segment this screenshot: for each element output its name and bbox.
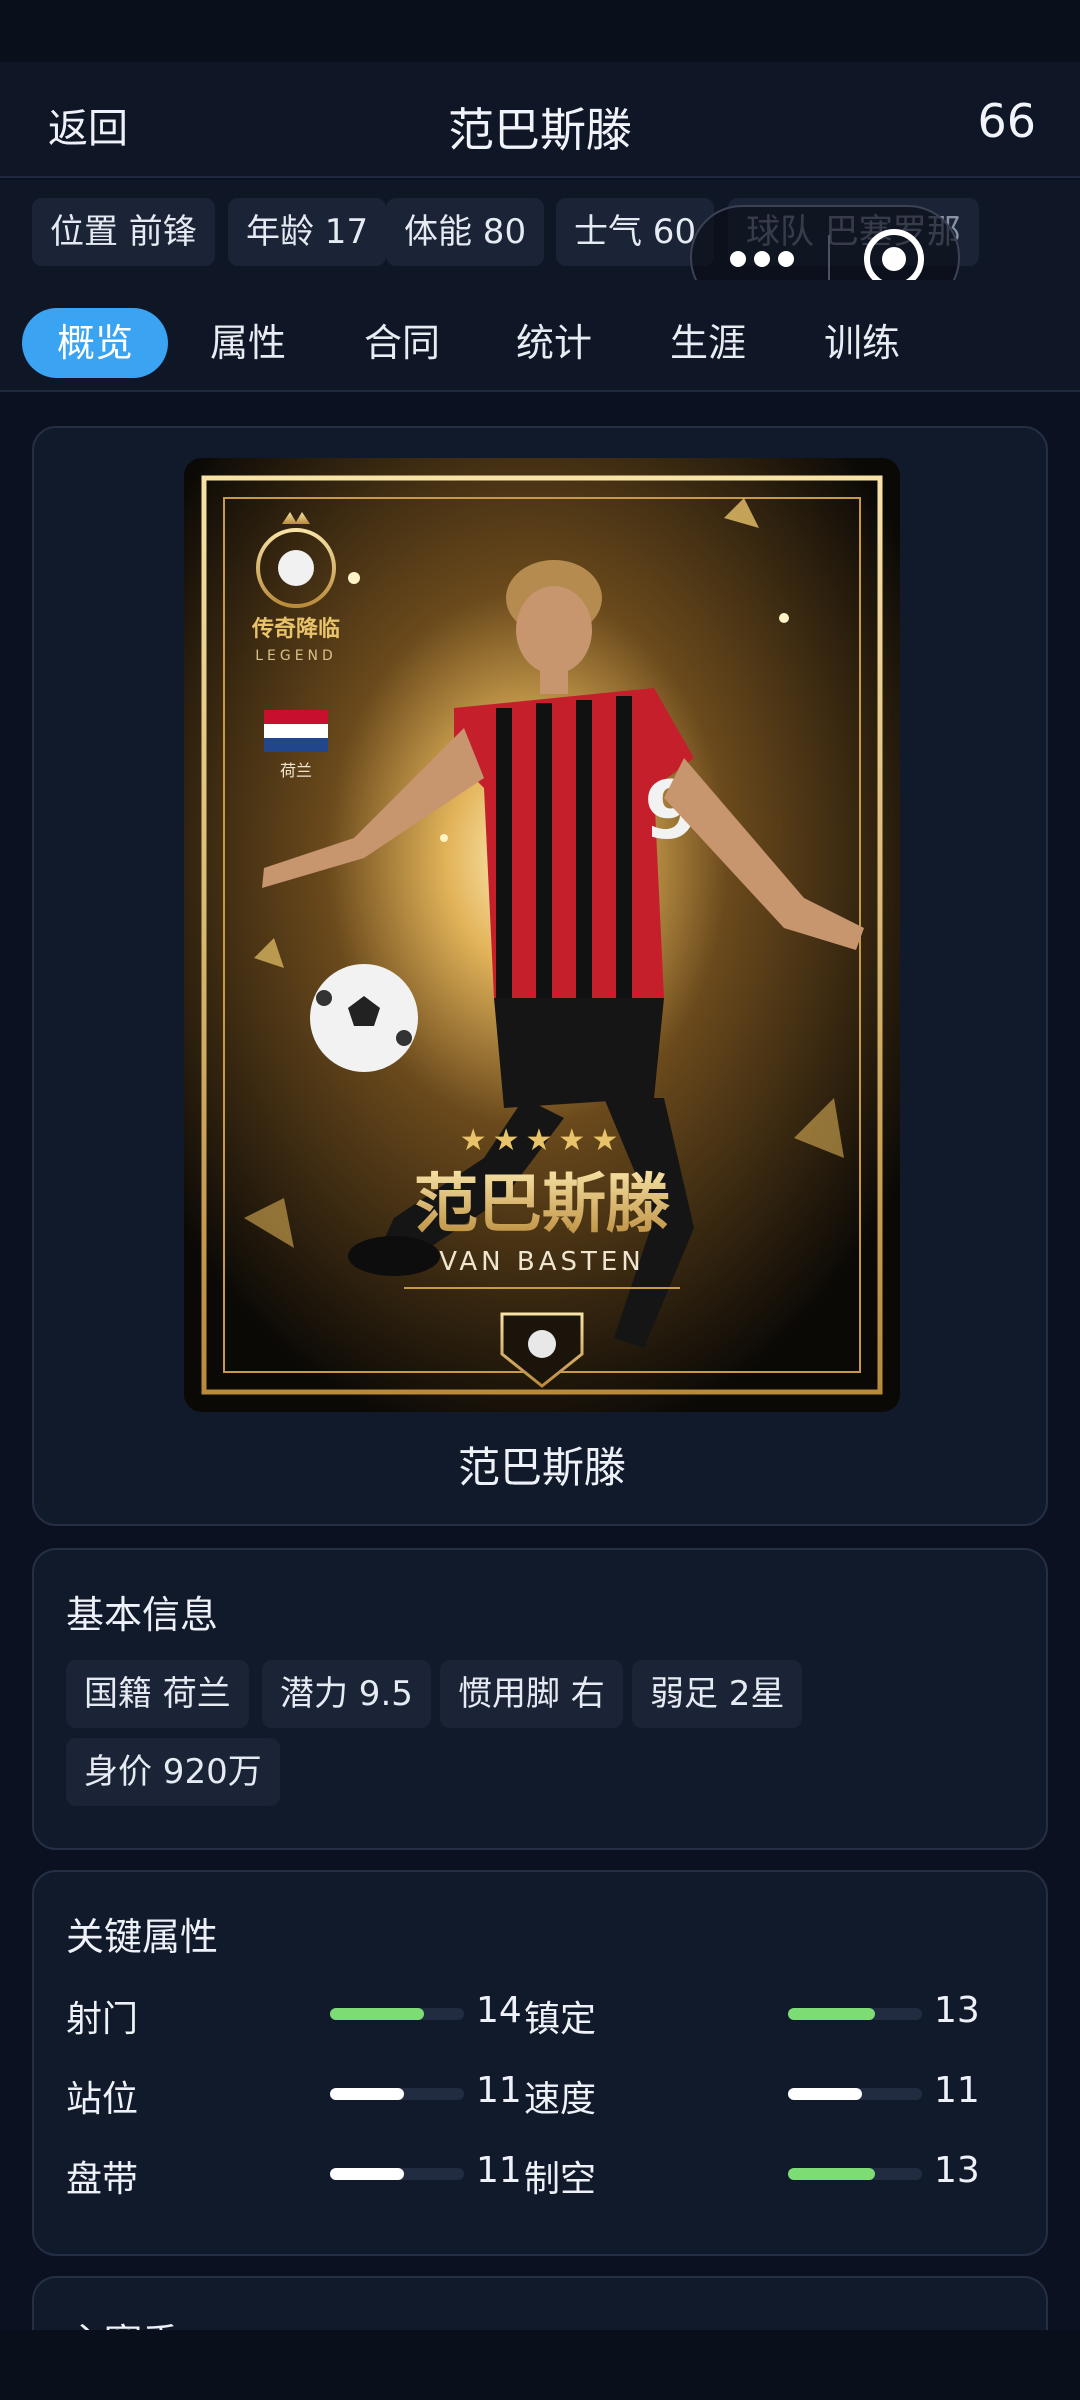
attr-fill [330,2168,404,2180]
netherlands-flag-icon [264,710,328,752]
status-bar [0,0,1080,62]
attr-bar-shooting [330,2008,464,2020]
chip-age: 年龄 17 [228,198,387,266]
card-name-cn: 范巴斯滕 [414,1168,670,1242]
attr-fill [788,2008,876,2020]
bottom-gesture-bar [0,2330,1080,2400]
legend-title-en: LEGEND [255,648,337,664]
info-weak-foot: 弱足 2星 [632,1660,803,1728]
attr-bar-dribbling [330,2168,464,2180]
nation-label: 荷兰 [280,761,312,780]
info-market-value: 身价 920万 [66,1738,280,1806]
attr-label-shooting: 射门 [66,1999,139,2040]
attr-value-dribbling: 11 [476,2150,522,2191]
capsule-divider [828,235,830,285]
attr-value-pace: 11 [934,2070,980,2111]
attr-bar-composure [788,2008,922,2020]
info-potential: 潜力 9.5 [262,1660,431,1728]
attr-label-composure: 镇定 [524,1999,597,2040]
chip-stamina: 体能 80 [386,198,545,266]
attr-bar-aerial [788,2168,922,2180]
attr-fill [330,2008,424,2020]
attr-value-aerial: 13 [934,2150,980,2191]
basic-info-title: 基本信息 [66,1593,219,1637]
key-attributes-card: 关键属性 射门 14 镇定 13 站位 11 速度 11 盘带 11 制空 13 [32,1870,1048,2256]
attr-label-pace: 速度 [524,2079,597,2120]
attr-bar-positioning [330,2088,464,2100]
attr-label-aerial: 制空 [524,2159,597,2200]
star-rating: ★★★★★ [460,1123,624,1158]
player-name-caption: 范巴斯滕 [457,1443,626,1492]
basic-info-card: 基本信息 国籍 荷兰 潜力 9.5 惯用脚 右 弱足 2星 身价 920万 [32,1548,1048,1850]
tab-contract[interactable]: 合同 [332,308,472,378]
tab-stats[interactable]: 统计 [484,308,624,378]
overall-rating: 66 [977,94,1036,148]
tab-attributes[interactable]: 属性 [178,308,318,378]
tab-training[interactable]: 训练 [792,308,932,378]
attr-fill [788,2168,876,2180]
attr-label-positioning: 站位 [66,2079,139,2120]
more-menu-icon[interactable] [730,247,800,271]
nav-bar: 返回 范巴斯滕 66 [0,62,1080,178]
attr-value-composure: 13 [934,1990,980,2031]
key-attributes-title: 关键属性 [66,1915,219,1959]
card-name-en: VAN BASTEN [439,1247,645,1277]
tab-bar: 概览 属性 合同 统计 生涯 训练 [0,280,1080,392]
attr-bar-pace [788,2088,922,2100]
chip-position: 位置 前锋 [32,198,215,266]
legend-title-cn: 传奇降临 [251,616,340,642]
attr-label-dribbling: 盘带 [66,2159,139,2200]
attr-value-positioning: 11 [476,2070,522,2111]
soccer-ball-icon [310,964,418,1072]
tab-overview[interactable]: 概览 [22,308,168,378]
player-card-panel: 传奇降临 LEGEND 荷兰 9 ★★★★★ 范巴斯滕 VAN BASTEN 范… [32,426,1048,1526]
attr-fill [788,2088,862,2100]
player-card-image: 传奇降临 LEGEND 荷兰 9 ★★★★★ 范巴斯滕 VAN BASTEN [184,458,900,1412]
attr-value-shooting: 14 [476,1990,522,2031]
info-preferred-foot: 惯用脚 右 [440,1660,623,1728]
info-nationality: 国籍 荷兰 [66,1660,249,1728]
page-title: 范巴斯滕 [448,103,632,157]
attr-fill [330,2088,404,2100]
tab-career[interactable]: 生涯 [638,308,778,378]
